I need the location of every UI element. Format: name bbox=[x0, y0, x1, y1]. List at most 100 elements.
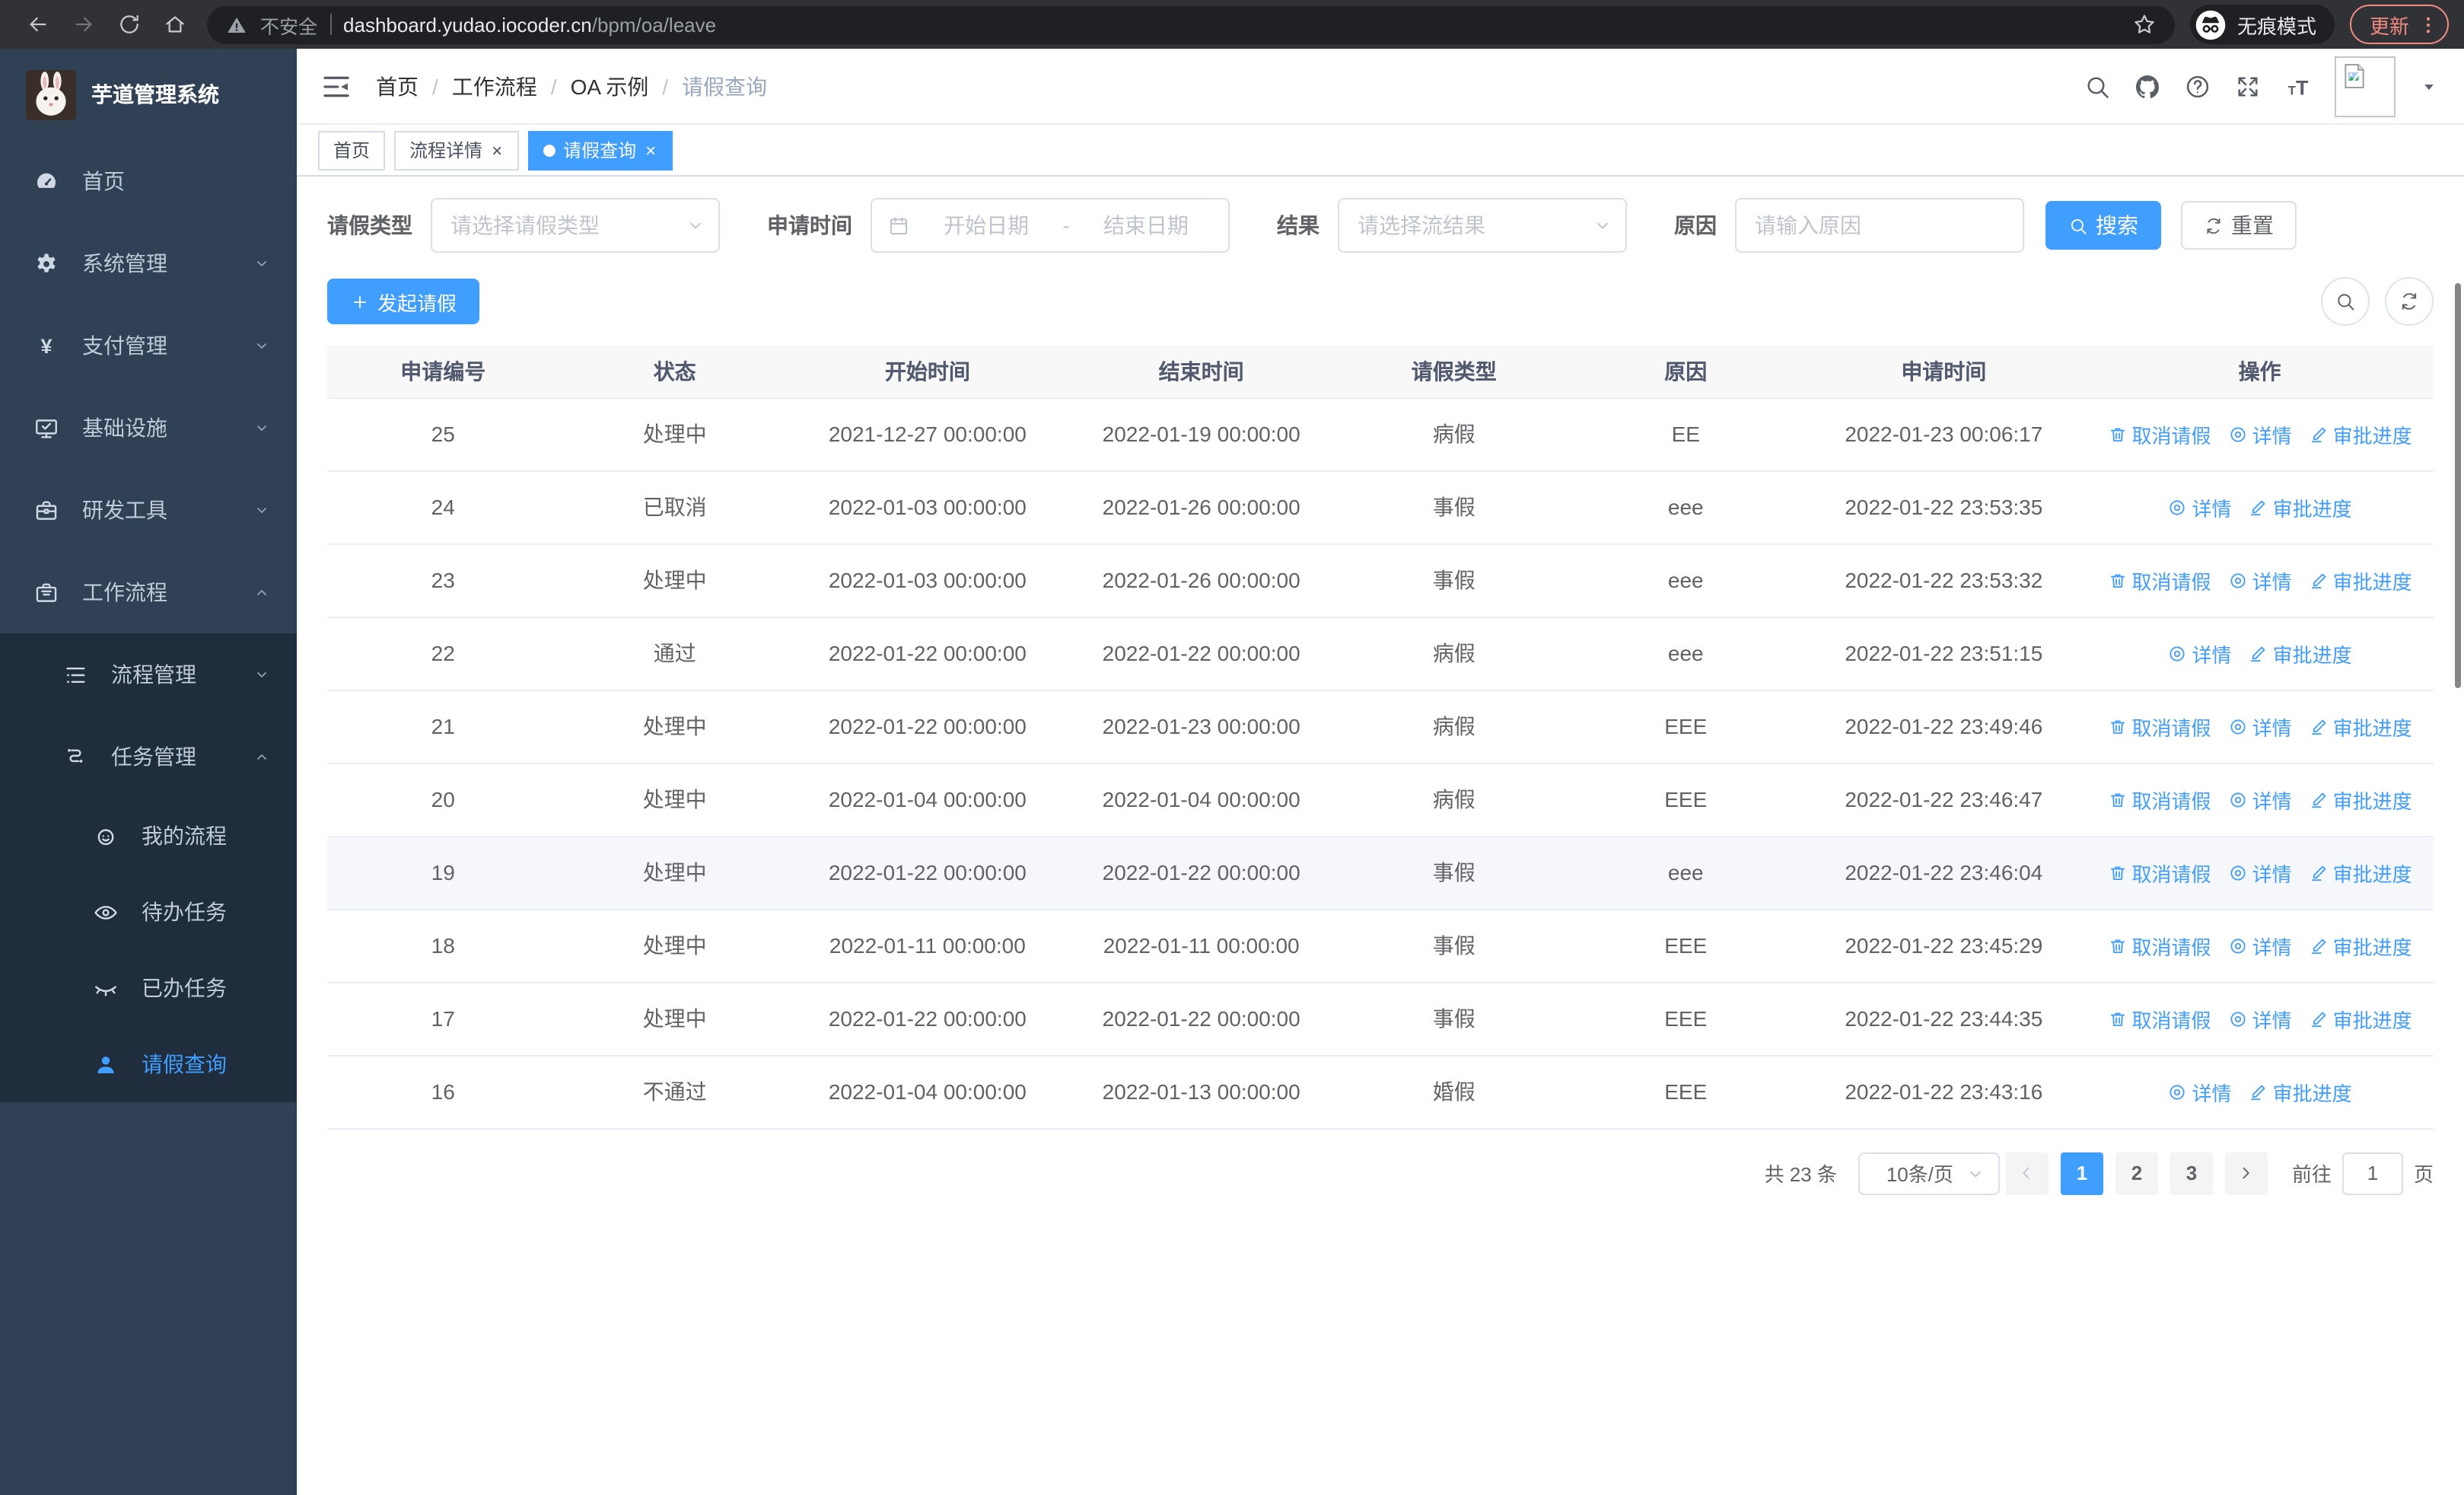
browser-home-icon[interactable] bbox=[163, 12, 187, 37]
cell-reason: EEE bbox=[1570, 690, 1802, 763]
browser-update-button[interactable]: 更新 bbox=[2349, 5, 2449, 44]
sidebar-item-home[interactable]: 首页 bbox=[0, 140, 297, 222]
sidebar-item-system[interactable]: 系统管理 bbox=[0, 222, 297, 304]
scrollbar-thumb[interactable] bbox=[2455, 283, 2461, 688]
result-select[interactable]: 请选择流结果 bbox=[1338, 198, 1627, 253]
sidebar-item-workflow[interactable]: 工作流程 bbox=[0, 551, 297, 633]
list-icon bbox=[62, 661, 88, 687]
apply-time-range-picker[interactable]: 开始日期 - 结束日期 bbox=[871, 198, 1230, 253]
reason-input[interactable] bbox=[1735, 198, 2024, 253]
tags-view: 首页 流程详情 请假查询 bbox=[297, 125, 2464, 177]
sidebar-item-dev-tools[interactable]: 研发工具 bbox=[0, 469, 297, 551]
page-size-select[interactable]: 10条/页 bbox=[1858, 1152, 2000, 1194]
edit-icon bbox=[2249, 643, 2268, 663]
address-bar[interactable]: 不安全 dashboard.yudao.iocoder.cn/bpm/oa/le… bbox=[207, 5, 2175, 43]
sidebar-item-my-process[interactable]: 我的流程 bbox=[0, 798, 297, 874]
detail-leave-link[interactable]: 详情 bbox=[2168, 492, 2232, 521]
detail-leave-link[interactable]: 详情 bbox=[2168, 1077, 2232, 1106]
cancel-leave-link[interactable]: 取消请假 bbox=[2108, 785, 2211, 814]
progress-leave-link[interactable]: 审批进度 bbox=[2309, 858, 2412, 887]
cell-reason: EEE bbox=[1570, 763, 1802, 837]
table-row: 18 处理中 2022-01-11 00:00:00 2022-01-11 00:00… bbox=[327, 909, 2434, 983]
cancel-leave-link[interactable]: 取消请假 bbox=[2108, 1004, 2211, 1033]
edit-icon bbox=[2309, 936, 2329, 955]
sidebar-item-task-mgmt[interactable]: 任务管理 bbox=[0, 716, 297, 798]
pagination: 共 23 条 10条/页 123 前往 页 bbox=[327, 1152, 2434, 1194]
browser-back-icon[interactable] bbox=[26, 12, 50, 37]
progress-leave-link[interactable]: 审批进度 bbox=[2309, 931, 2412, 960]
detail-leave-link[interactable]: 详情 bbox=[2228, 1004, 2292, 1033]
reset-button[interactable]: 重置 bbox=[2181, 201, 2297, 250]
detail-leave-link[interactable]: 详情 bbox=[2228, 931, 2292, 960]
cancel-leave-link[interactable]: 取消请假 bbox=[2108, 858, 2211, 887]
table-row: 25 处理中 2021-12-27 00:00:00 2022-01-19 00:00… bbox=[327, 397, 2434, 471]
cancel-leave-link[interactable]: 取消请假 bbox=[2108, 566, 2211, 594]
cancel-leave-link[interactable]: 取消请假 bbox=[2108, 712, 2211, 741]
close-icon[interactable] bbox=[490, 139, 504, 161]
github-icon[interactable] bbox=[2134, 72, 2161, 100]
cancel-leave-link[interactable]: 取消请假 bbox=[2108, 931, 2211, 960]
svg-text:T: T bbox=[2296, 76, 2309, 99]
breadcrumb-oa-example[interactable]: OA 示例 bbox=[571, 71, 649, 101]
detail-leave-link[interactable]: 详情 bbox=[2228, 858, 2292, 887]
refresh-table-button[interactable] bbox=[2385, 277, 2434, 326]
browser-reload-icon[interactable] bbox=[117, 12, 142, 37]
font-size-icon[interactable]: TT bbox=[2284, 72, 2312, 100]
show-search-button[interactable] bbox=[2321, 277, 2370, 326]
progress-leave-link[interactable]: 审批进度 bbox=[2309, 785, 2412, 814]
sidebar-item-infrastructure[interactable]: 基础设施 bbox=[0, 387, 297, 469]
tab-home[interactable]: 首页 bbox=[318, 130, 386, 170]
breadcrumb-home[interactable]: 首页 bbox=[376, 71, 419, 101]
progress-leave-link[interactable]: 审批进度 bbox=[2309, 712, 2412, 741]
chevron-down-icon bbox=[253, 254, 271, 273]
detail-leave-link[interactable]: 详情 bbox=[2228, 419, 2292, 448]
tab-leave-query[interactable]: 请假查询 bbox=[528, 130, 673, 170]
breadcrumb-workflow[interactable]: 工作流程 bbox=[452, 71, 537, 101]
detail-leave-link[interactable]: 详情 bbox=[2228, 785, 2292, 814]
user-menu-caret-icon[interactable] bbox=[2418, 75, 2440, 97]
sidebar-item-todo-tasks[interactable]: 待办任务 bbox=[0, 874, 297, 950]
detail-leave-link[interactable]: 详情 bbox=[2168, 639, 2232, 668]
cell-status: 处理中 bbox=[559, 836, 791, 910]
sidebar-item-process-mgmt[interactable]: 流程管理 bbox=[0, 633, 297, 716]
leave-type-select[interactable]: 请选择请假类型 bbox=[431, 198, 720, 253]
progress-leave-link[interactable]: 审批进度 bbox=[2249, 1077, 2352, 1106]
detail-leave-link[interactable]: 详情 bbox=[2228, 712, 2292, 741]
cell-leave-type: 事假 bbox=[1338, 543, 1571, 617]
header-search-icon[interactable] bbox=[2084, 72, 2111, 100]
page-1-button[interactable]: 1 bbox=[2060, 1152, 2103, 1194]
cell-reason: EEE bbox=[1570, 909, 1802, 983]
sidebar-item-leave-query[interactable]: 请假查询 bbox=[0, 1026, 297, 1102]
help-icon[interactable] bbox=[2184, 72, 2211, 100]
close-icon[interactable] bbox=[644, 139, 657, 161]
browser-forward-icon[interactable] bbox=[72, 12, 96, 37]
prev-page-button[interactable] bbox=[2005, 1152, 2049, 1194]
chevron-down-icon bbox=[253, 665, 271, 684]
action-label: 审批进度 bbox=[2332, 570, 2412, 593]
url-text[interactable]: dashboard.yudao.iocoder.cn/bpm/oa/leave bbox=[343, 13, 2120, 36]
fullscreen-icon[interactable] bbox=[2234, 72, 2262, 100]
page-3-button[interactable]: 3 bbox=[2170, 1152, 2213, 1194]
progress-leave-link[interactable]: 审批进度 bbox=[2249, 639, 2352, 668]
not-secure-warning-icon[interactable] bbox=[225, 13, 248, 36]
progress-leave-link[interactable]: 审批进度 bbox=[2309, 1004, 2412, 1033]
create-leave-button[interactable]: 发起请假 bbox=[327, 279, 480, 324]
page-2-button[interactable]: 2 bbox=[2115, 1152, 2158, 1194]
goto-page-input[interactable] bbox=[2341, 1152, 2403, 1194]
progress-leave-link[interactable]: 审批进度 bbox=[2309, 566, 2412, 594]
sidebar-collapse-icon[interactable] bbox=[321, 71, 352, 101]
bookmark-star-icon[interactable] bbox=[2132, 12, 2157, 37]
detail-leave-link[interactable]: 详情 bbox=[2228, 566, 2292, 594]
user-avatar[interactable] bbox=[2335, 56, 2396, 116]
sidebar-item-payment[interactable]: ¥ 支付管理 bbox=[0, 304, 297, 387]
sidebar-item-done-tasks[interactable]: 已办任务 bbox=[0, 950, 297, 1026]
progress-leave-link[interactable]: 审批进度 bbox=[2249, 492, 2352, 521]
search-button[interactable]: 搜索 bbox=[2045, 201, 2161, 250]
tab-process-detail[interactable]: 流程详情 bbox=[394, 130, 520, 170]
browser-menu-icon[interactable] bbox=[2417, 13, 2440, 36]
progress-leave-link[interactable]: 审批进度 bbox=[2309, 419, 2412, 448]
sidebar-logo[interactable]: 芋道管理系统 bbox=[0, 49, 297, 140]
cancel-leave-link[interactable]: 取消请假 bbox=[2108, 419, 2211, 448]
refresh-icon bbox=[2204, 215, 2224, 235]
next-page-button[interactable] bbox=[2224, 1152, 2268, 1194]
